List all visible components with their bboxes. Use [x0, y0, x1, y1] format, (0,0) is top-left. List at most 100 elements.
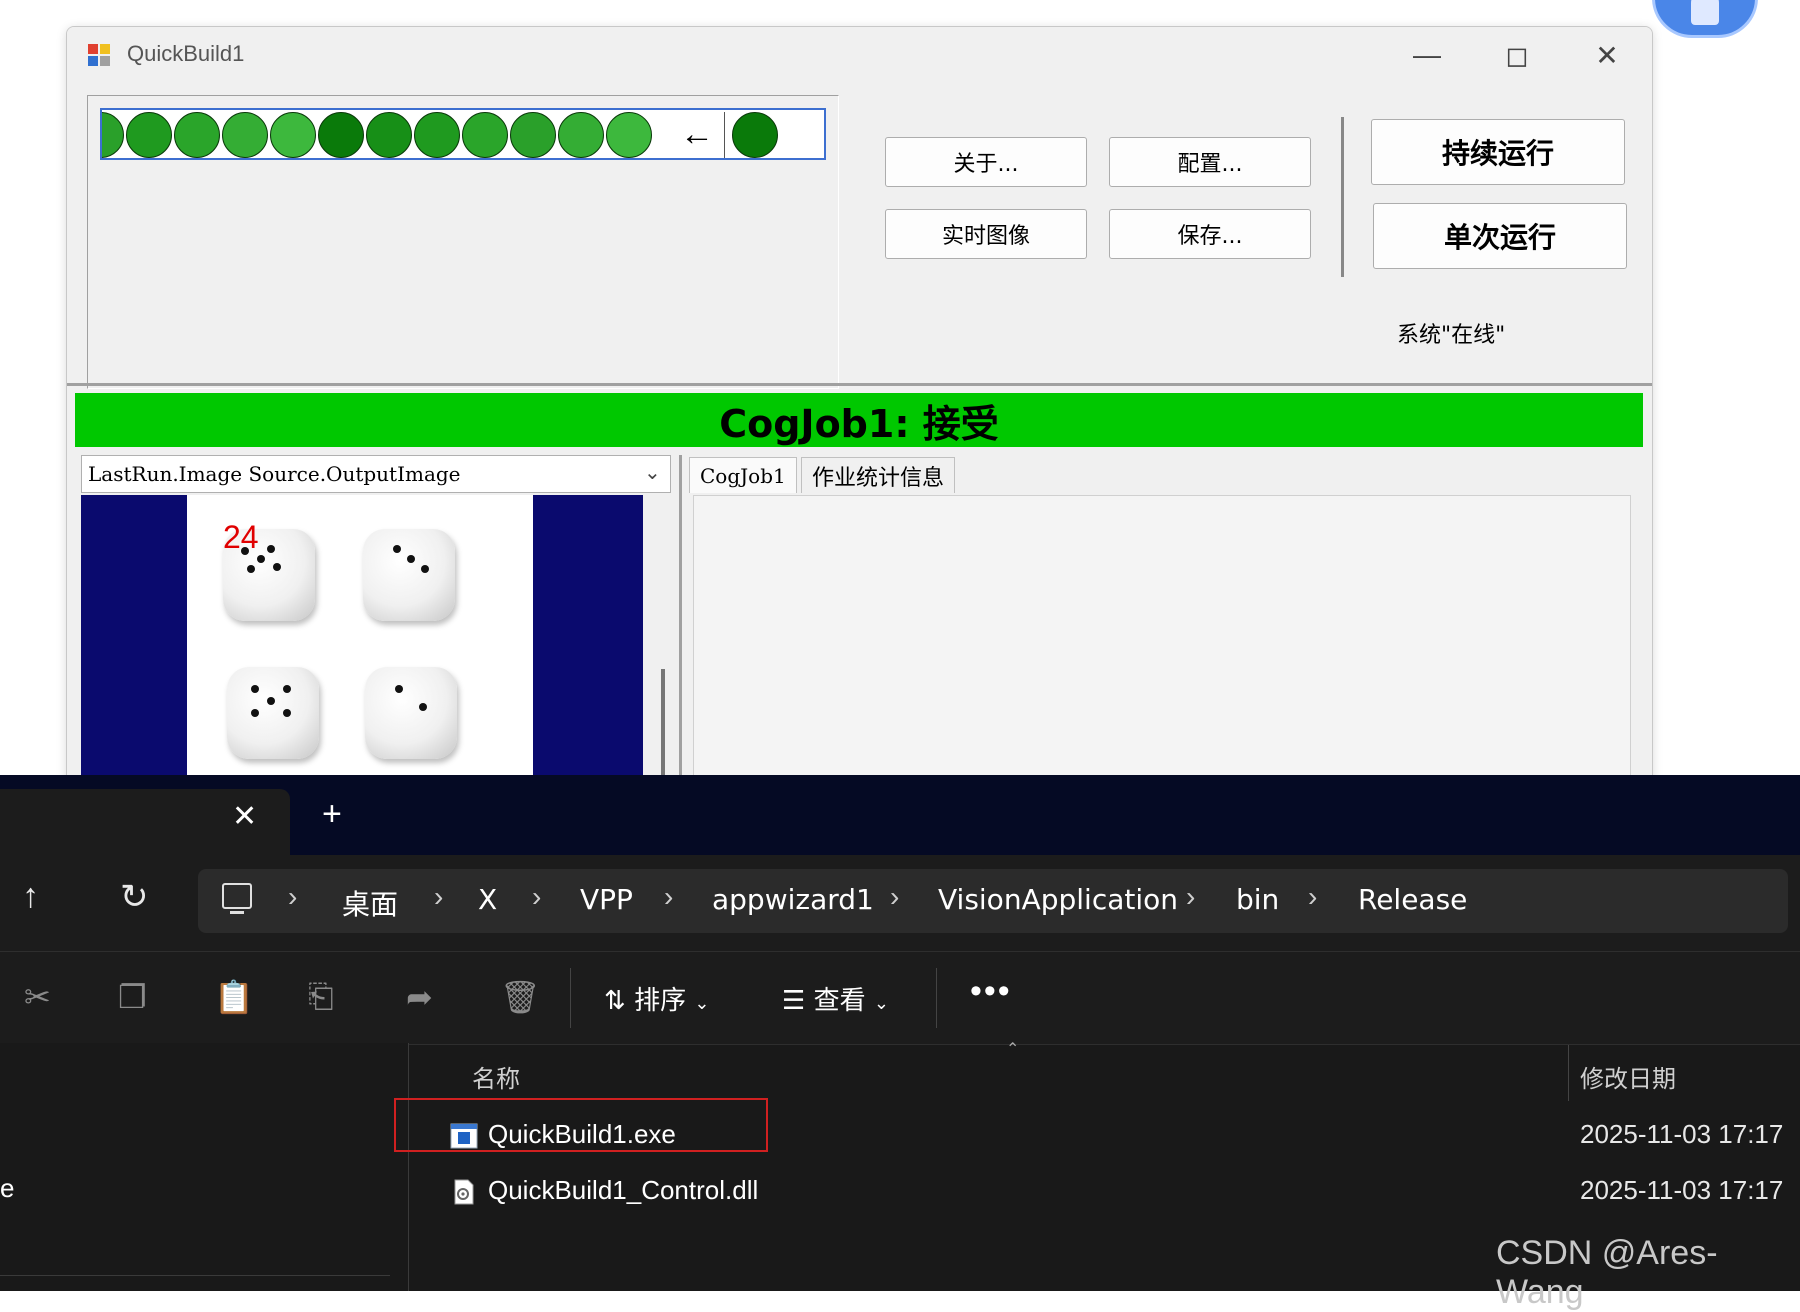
- config-button[interactable]: 配置...: [1109, 137, 1311, 187]
- image-display[interactable]: 24: [81, 495, 643, 807]
- navigation-bar: ↑ ↻ › 桌面 › X › VPP › appwizard1 › Vision…: [0, 855, 1800, 951]
- cut-icon[interactable]: ✂: [24, 978, 51, 1016]
- overlay-count-label: 24: [223, 519, 259, 555]
- run-history-strip: ←: [100, 108, 826, 160]
- nav-pane-divider: [0, 1275, 390, 1276]
- up-arrow-icon[interactable]: ↑: [22, 877, 39, 916]
- run-once-button[interactable]: 单次运行: [1373, 203, 1627, 269]
- copy-icon[interactable]: ❐: [118, 978, 147, 1016]
- highlight-box: [394, 1098, 768, 1152]
- chevron-right-icon[interactable]: ›: [532, 881, 541, 913]
- chevron-right-icon[interactable]: ›: [890, 881, 899, 913]
- breadcrumb-bin[interactable]: bin: [1236, 883, 1279, 916]
- toolbar-divider: [936, 968, 937, 1028]
- run-continuous-button[interactable]: 持续运行: [1371, 119, 1625, 185]
- run-result-dot: [558, 112, 604, 158]
- vertical-divider: [1341, 117, 1344, 277]
- command-bar: ✂ ❐ 📋 ⎗ ➦ 🗑 ⇅ 排序 ⌄ ☰ 查看 ⌄ •••: [0, 951, 1800, 1045]
- chevron-right-icon[interactable]: ›: [434, 881, 443, 913]
- file-modified-date: 2025-11-03 17:17: [1580, 1175, 1784, 1205]
- dll-icon: [454, 1179, 474, 1205]
- breadcrumb-desktop[interactable]: 桌面: [342, 883, 398, 923]
- delete-icon[interactable]: 🗑: [500, 978, 541, 1016]
- view-label: 查看: [813, 986, 866, 1016]
- chevron-right-icon[interactable]: ›: [664, 881, 673, 913]
- image-source-select[interactable]: LastRun.Image Source.OutputImage ⌄: [81, 455, 671, 493]
- app-icon: [88, 44, 110, 66]
- run-result-dot: [174, 112, 220, 158]
- file-row[interactable]: QuickBuild1_Control.dll 2025-11-03 17:17: [410, 1165, 1800, 1219]
- file-name: QuickBuild1_Control.dll: [488, 1175, 759, 1205]
- share-icon[interactable]: ➦: [406, 978, 433, 1016]
- nav-pane-item[interactable]: e: [0, 1173, 14, 1204]
- breadcrumb-appwizard1[interactable]: appwizard1: [712, 883, 874, 916]
- sort-caret-icon: ⌃: [1006, 1041, 1020, 1058]
- chevron-right-icon[interactable]: ›: [288, 881, 297, 913]
- sort-icon: ⇅: [604, 986, 626, 1016]
- chevron-right-icon[interactable]: ›: [1308, 881, 1317, 913]
- corner-avatar: [1652, 0, 1758, 38]
- run-result-dot: [606, 112, 652, 158]
- run-result-dot: [126, 112, 172, 158]
- sort-label: 排序: [634, 986, 687, 1016]
- divider: [724, 112, 725, 158]
- chevron-down-icon: ⌄: [873, 993, 889, 1014]
- run-result-dot: [414, 112, 460, 158]
- breadcrumb-vpp[interactable]: VPP: [580, 883, 633, 916]
- breadcrumb-x[interactable]: X: [478, 883, 497, 916]
- image-source-value: LastRun.Image Source.OutputImage: [88, 462, 461, 486]
- explorer-tab[interactable]: ✕: [0, 789, 290, 855]
- run-result-dot: [510, 112, 556, 158]
- tab-job-statistics[interactable]: 作业统计信息: [801, 457, 956, 493]
- address-bar[interactable]: › 桌面 › X › VPP › appwizard1 › VisionAppl…: [198, 869, 1788, 933]
- column-divider[interactable]: [1568, 1045, 1569, 1101]
- die: [363, 529, 455, 621]
- rename-icon[interactable]: ⎗: [308, 978, 334, 1016]
- scrollbar-thumb[interactable]: [661, 669, 665, 779]
- maximize-icon[interactable]: ◻: [1477, 33, 1557, 77]
- file-explorer-window: ✕ + ↑ ↻ › 桌面 › X › VPP › appwizard1 › Vi…: [0, 775, 1800, 1291]
- breadcrumb-visionapplication[interactable]: VisionApplication: [938, 883, 1178, 916]
- run-result-dot: [366, 112, 412, 158]
- save-button[interactable]: 保存...: [1109, 209, 1311, 259]
- about-button[interactable]: 关于...: [885, 137, 1087, 187]
- column-header-modified[interactable]: 修改日期: [1580, 1059, 1676, 1094]
- avatar-face: [1691, 0, 1719, 25]
- close-tab-icon[interactable]: ✕: [232, 799, 257, 834]
- view-list-icon: ☰: [782, 986, 806, 1016]
- new-tab-icon[interactable]: +: [322, 795, 342, 834]
- view-button[interactable]: ☰ 查看 ⌄: [782, 980, 889, 1017]
- toolbar-divider: [570, 968, 571, 1028]
- tab-content-panel: [693, 495, 1631, 807]
- this-pc-icon[interactable]: [222, 883, 252, 909]
- explorer-tab-bar: ✕ +: [0, 775, 1800, 855]
- chevron-down-icon[interactable]: ⌄: [644, 460, 661, 485]
- paste-icon[interactable]: 📋: [214, 978, 254, 1016]
- breadcrumb-release[interactable]: Release: [1358, 883, 1467, 916]
- chevron-down-icon: ⌄: [694, 993, 710, 1014]
- tab-cogjob1[interactable]: CogJob1: [689, 457, 797, 493]
- job-status-bar: CogJob1: 接受: [75, 393, 1643, 447]
- chevron-right-icon[interactable]: ›: [1186, 881, 1195, 913]
- latest-run-dot: [732, 112, 778, 158]
- horizontal-divider: [67, 383, 1652, 386]
- window-title: QuickBuild1: [127, 41, 245, 66]
- image-scrollbar[interactable]: [657, 495, 671, 807]
- panel-splitter[interactable]: [679, 455, 682, 807]
- minimize-icon[interactable]: —: [1387, 33, 1467, 77]
- quickbuild-window: QuickBuild1 — ◻ ✕ ← 关于... 配置... 实时图像 保存.…: [66, 26, 1653, 808]
- close-icon[interactable]: ✕: [1567, 33, 1647, 77]
- run-history-panel: ←: [87, 95, 839, 389]
- die: [365, 667, 457, 759]
- watermark: CSDN @Ares-Wang: [1496, 1234, 1718, 1311]
- sort-button[interactable]: ⇅ 排序 ⌄: [604, 980, 709, 1017]
- this-pc-icon-base: [230, 911, 244, 914]
- file-modified-date: 2025-11-03 17:17: [1580, 1119, 1784, 1149]
- refresh-icon[interactable]: ↻: [120, 877, 149, 917]
- navigation-pane: e: [0, 1043, 409, 1291]
- column-header-name[interactable]: 名称: [472, 1059, 520, 1094]
- title-bar: QuickBuild1 — ◻ ✕: [67, 27, 1652, 81]
- result-tabs: CogJob1 作业统计信息: [689, 455, 1639, 495]
- live-image-button[interactable]: 实时图像: [885, 209, 1087, 259]
- more-options-icon[interactable]: •••: [970, 972, 1012, 1011]
